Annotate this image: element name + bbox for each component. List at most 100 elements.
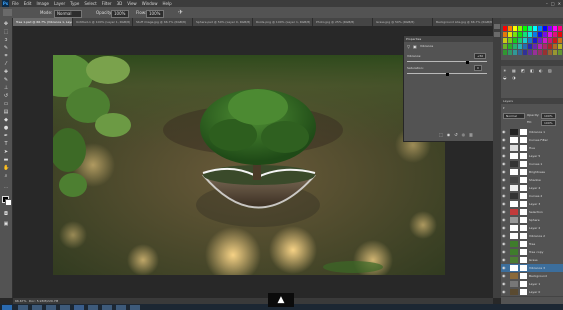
document-tab[interactable]: Untitled-1 @ 100% (Layer 1, RGB/8) <box>73 18 133 26</box>
color-swatch[interactable] <box>518 44 522 49</box>
layer-mask-thumbnail[interactable] <box>520 241 527 247</box>
menu-item-image[interactable]: Image <box>36 0 49 7</box>
visibility-eye-icon[interactable]: ◉ <box>502 162 507 166</box>
maximize-button[interactable]: □ <box>551 0 555 7</box>
color-swatch[interactable] <box>538 44 542 49</box>
visibility-eye-icon[interactable]: ◉ <box>502 146 507 150</box>
menu-item-layer[interactable]: Layer <box>54 0 65 7</box>
shape-tool-icon[interactable]: ▬ <box>3 158 9 163</box>
dodge-tool-icon[interactable]: ● <box>3 126 9 131</box>
adjustment-preset-icon[interactable]: ☀ <box>503 68 507 73</box>
color-swatch[interactable] <box>533 50 537 55</box>
layer-mask-thumbnail[interactable] <box>520 177 527 183</box>
layer-mask-thumbnail[interactable] <box>520 137 527 143</box>
color-swatch[interactable] <box>523 32 527 37</box>
minimize-button[interactable]: – <box>546 0 548 7</box>
taskbar-app-8[interactable] <box>116 305 126 310</box>
layer-mask-thumbnail[interactable] <box>520 265 527 271</box>
mode-select[interactable]: Normal <box>54 10 82 18</box>
color-swatch[interactable] <box>538 38 542 43</box>
visibility-eye-icon[interactable]: ◉ <box>502 218 507 222</box>
color-swatches[interactable] <box>501 24 563 59</box>
color-swatch[interactable] <box>533 38 537 43</box>
color-swatch[interactable] <box>523 26 527 31</box>
screen-mode-icon[interactable]: ▣ <box>3 222 9 227</box>
color-swatch[interactable] <box>508 26 512 31</box>
color-swatch[interactable] <box>533 32 537 37</box>
menu-item-edit[interactable]: Edit <box>24 0 32 7</box>
zoom-tool-icon[interactable]: ⌕ <box>3 174 9 179</box>
color-swatch[interactable] <box>523 44 527 49</box>
layer-mask-thumbnail[interactable] <box>520 217 527 223</box>
gradient-tool-icon[interactable]: ▤ <box>3 110 9 115</box>
hand-tool-icon[interactable]: ✋ <box>3 166 9 171</box>
color-swatch[interactable] <box>538 26 542 31</box>
adjustment-preset-icon[interactable]: ◧ <box>530 68 534 73</box>
brush-tool-preset-icon[interactable] <box>3 9 12 16</box>
adjustment-preset-icon[interactable]: ◑ <box>512 75 516 80</box>
history-icon[interactable] <box>494 24 500 29</box>
color-swatch[interactable] <box>518 50 522 55</box>
document-canvas[interactable] <box>53 55 445 275</box>
taskbar-app-6[interactable] <box>88 305 98 310</box>
color-swatch[interactable] <box>558 26 562 31</box>
color-swatch[interactable] <box>553 38 557 43</box>
color-swatch[interactable] <box>503 44 507 49</box>
visibility-eye-icon[interactable]: ◉ <box>502 250 507 254</box>
menu-item-window[interactable]: Window <box>142 0 158 7</box>
document-tab[interactable]: Background Lite.jpg @ 66.7% (RGB/8) <box>433 18 493 26</box>
layer-mask-thumbnail[interactable] <box>520 257 527 263</box>
visibility-eye-icon[interactable]: ◉ <box>502 290 507 294</box>
history-brush-tool-icon[interactable]: ↺ <box>3 94 9 99</box>
color-swatch[interactable] <box>543 44 547 49</box>
layer-opacity-field[interactable]: 100% <box>541 113 556 119</box>
flow-field[interactable]: 100% <box>146 10 164 18</box>
color-swatch[interactable] <box>538 50 542 55</box>
mask-icon[interactable]: ▣ <box>413 44 417 49</box>
color-swatch[interactable] <box>543 26 547 31</box>
color-swatch[interactable] <box>523 50 527 55</box>
color-swatch[interactable] <box>508 50 512 55</box>
close-button[interactable]: ✕ <box>558 0 561 7</box>
menu-item-3d[interactable]: 3D <box>117 0 123 7</box>
quick-mask-icon[interactable]: ◘ <box>3 212 9 217</box>
color-swatch[interactable] <box>543 38 547 43</box>
scroll-up-button[interactable]: ▲ <box>268 293 294 307</box>
color-swatch[interactable] <box>558 44 562 49</box>
taskbar-app-2[interactable] <box>32 305 42 310</box>
color-swatch[interactable] <box>553 44 557 49</box>
adjustment-preset-icon[interactable]: ▨ <box>548 68 552 73</box>
color-swatch[interactable] <box>558 32 562 37</box>
layer-mask-thumbnail[interactable] <box>520 225 527 231</box>
airbrush-icon[interactable]: ✈ <box>178 10 183 16</box>
layer-mask-thumbnail[interactable] <box>520 201 527 207</box>
visibility-eye-icon[interactable]: ◉ <box>502 178 507 182</box>
pen-tool-icon[interactable]: ✒ <box>3 134 9 139</box>
layer-mask-thumbnail[interactable] <box>520 129 527 135</box>
visibility-eye-icon[interactable]: ◉ <box>502 242 507 246</box>
color-swatch[interactable] <box>553 50 557 55</box>
document-tab[interactable]: Sphere.psd @ 50% (Layer 0, RGB/8) <box>193 18 253 26</box>
menu-item-file[interactable]: File <box>12 0 19 7</box>
color-swatch[interactable] <box>543 32 547 37</box>
taskbar-photoshop[interactable] <box>74 305 84 310</box>
layer-mask-thumbnail[interactable] <box>520 161 527 167</box>
adjustment-preset-icon[interactable]: ◐ <box>539 68 543 73</box>
filter-icon[interactable]: ▾ <box>503 106 505 110</box>
color-swatch[interactable] <box>538 32 542 37</box>
clip-to-layer-icon[interactable]: ⬚ <box>439 132 443 137</box>
color-swatch[interactable] <box>513 38 517 43</box>
color-swatch[interactable] <box>528 50 532 55</box>
color-swatch[interactable] <box>513 44 517 49</box>
color-swatch[interactable] <box>533 26 537 31</box>
color-swatch[interactable] <box>503 38 507 43</box>
visibility-eye-icon[interactable]: ◉ <box>502 170 507 174</box>
quick-select-tool-icon[interactable]: ✎ <box>3 46 9 51</box>
view-previous-icon[interactable]: ◉ <box>447 132 451 137</box>
visibility-eye-icon[interactable]: ◉ <box>502 234 507 238</box>
color-swatch[interactable] <box>553 32 557 37</box>
visibility-eye-icon[interactable]: ◉ <box>502 210 507 214</box>
clone-stamp-tool-icon[interactable]: ⊥ <box>3 86 9 91</box>
adjustment-preset-icon[interactable]: ◒ <box>503 75 507 80</box>
color-swatch[interactable] <box>543 50 547 55</box>
